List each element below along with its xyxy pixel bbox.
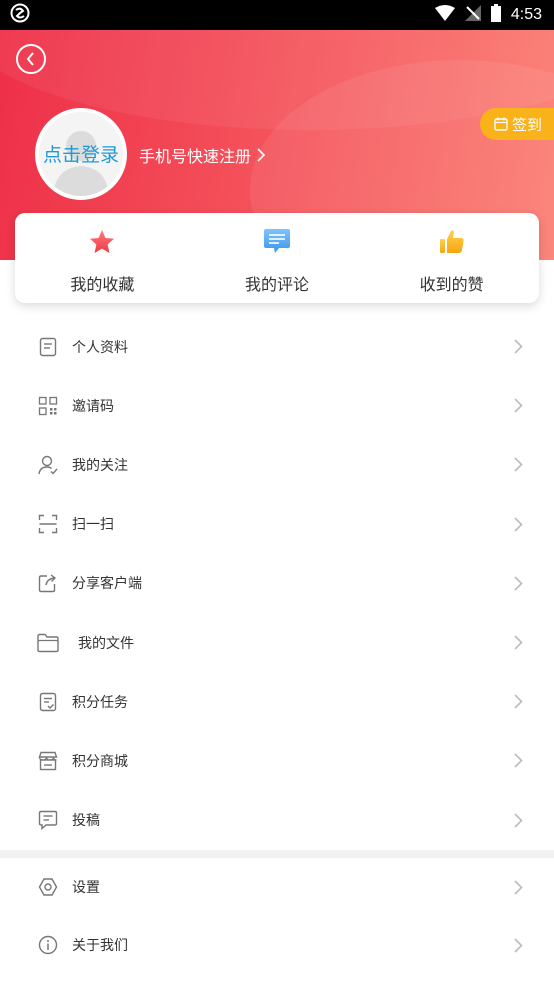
app-notification-icon — [10, 3, 30, 27]
wifi-icon — [434, 5, 455, 25]
share-icon — [37, 572, 59, 594]
quick-label: 我的评论 — [245, 275, 310, 294]
menu-item-points-mall[interactable]: 积分商城 — [0, 731, 554, 790]
chevron-right-icon — [512, 457, 524, 473]
chevron-left-icon — [26, 52, 34, 66]
quick-item-comments[interactable]: 我的评论 — [190, 213, 365, 303]
task-icon — [37, 691, 59, 713]
comment-icon — [262, 227, 292, 257]
scan-icon — [37, 513, 59, 535]
chevron-right-icon — [512, 575, 524, 591]
menu-item-label: 积分商城 — [72, 753, 128, 770]
menu-item-label: 关于我们 — [72, 938, 128, 954]
menu-item-label: 个人资料 — [72, 339, 128, 356]
signin-label: 签到 — [512, 115, 543, 134]
status-time: 4:53 — [510, 6, 542, 23]
menu-item-points-tasks[interactable]: 积分任务 — [0, 672, 554, 731]
menu-list-secondary: 设置 关于我们 — [0, 858, 554, 974]
login-prompt[interactable]: 点击登录 — [39, 140, 123, 167]
back-button[interactable] — [16, 44, 46, 74]
quick-label: 收到的赞 — [419, 275, 484, 294]
chevron-right-icon — [512, 812, 524, 828]
star-icon — [87, 227, 117, 257]
chevron-right-icon — [512, 339, 524, 355]
register-link-label: 手机号快速注册 — [139, 147, 252, 166]
menu-item-submit[interactable]: 投稿 — [0, 791, 554, 850]
menu-item-my-files[interactable]: 我的文件 — [0, 613, 554, 672]
menu-item-label: 积分任务 — [72, 694, 128, 711]
info-icon — [37, 934, 59, 956]
menu-item-label: 投稿 — [72, 813, 100, 830]
menu-item-label: 分享客户端 — [72, 576, 142, 593]
menu-item-about-us[interactable]: 关于我们 — [0, 916, 554, 974]
user-follow-icon — [37, 454, 59, 476]
chevron-right-icon — [512, 694, 524, 710]
quick-item-favorites[interactable]: 我的收藏 — [15, 213, 190, 303]
menu-item-label: 扫一扫 — [72, 517, 114, 534]
menu-item-settings[interactable]: 设置 — [0, 858, 554, 916]
chevron-right-icon — [512, 398, 524, 414]
avatar[interactable]: 点击登录 — [35, 108, 127, 200]
quick-label: 我的收藏 — [70, 275, 135, 294]
register-link[interactable]: 手机号快速注册 — [139, 143, 266, 167]
chevron-right-icon — [512, 879, 524, 895]
qr-code-icon — [37, 395, 59, 417]
folder-icon — [37, 632, 59, 654]
quick-actions-card: 我的收藏 我的评论 收到的赞 — [15, 213, 539, 303]
menu-item-invite-code[interactable]: 邀请码 — [0, 376, 554, 435]
battery-icon — [490, 4, 501, 26]
profile-doc-icon — [37, 336, 59, 358]
section-divider — [0, 850, 554, 858]
no-signal-icon — [464, 5, 481, 25]
menu-list: 个人资料 邀请码 我的关注 扫一扫 分享客户端 我的文件 积分任务 积分商城 投… — [0, 317, 554, 850]
store-icon — [37, 750, 59, 772]
settings-icon — [37, 876, 59, 898]
menu-item-label: 设置 — [72, 880, 100, 896]
menu-item-scan[interactable]: 扫一扫 — [0, 495, 554, 554]
menu-item-following[interactable]: 我的关注 — [0, 435, 554, 494]
signin-button[interactable]: 签到 — [480, 108, 554, 140]
calendar-icon — [494, 117, 508, 131]
menu-item-label: 我的关注 — [72, 457, 128, 474]
menu-item-share-client[interactable]: 分享客户端 — [0, 554, 554, 613]
menu-item-profile[interactable]: 个人资料 — [0, 317, 554, 376]
chevron-right-icon — [512, 937, 524, 953]
thumbs-up-icon — [437, 227, 467, 257]
submit-icon — [37, 809, 59, 831]
chevron-right-icon — [512, 753, 524, 769]
chevron-right-icon — [512, 516, 524, 532]
menu-item-label: 邀请码 — [72, 398, 114, 415]
chevron-right-icon — [257, 148, 266, 162]
quick-item-likes[interactable]: 收到的赞 — [364, 213, 539, 303]
menu-item-label: 我的文件 — [78, 635, 134, 652]
status-bar: 4:53 — [0, 0, 554, 30]
chevron-right-icon — [512, 635, 524, 651]
